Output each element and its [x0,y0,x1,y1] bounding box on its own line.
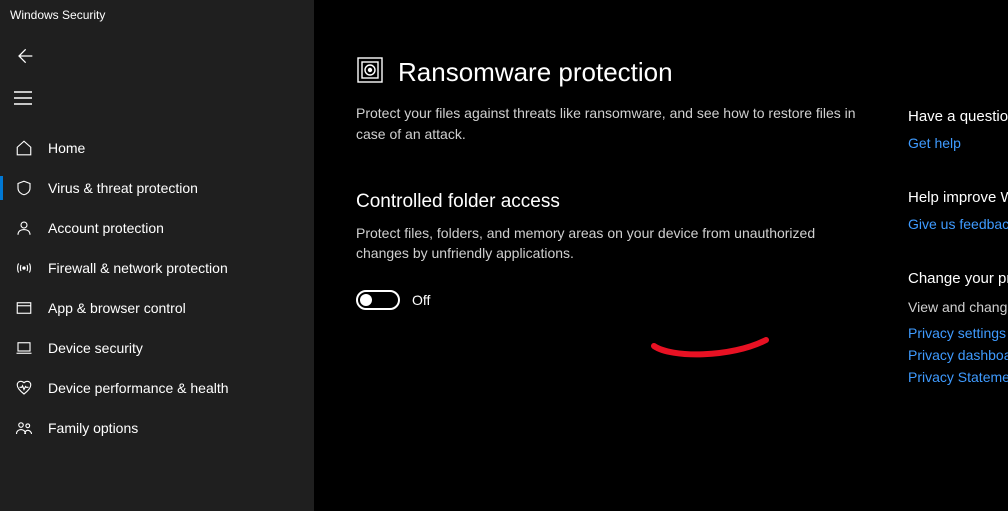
window-title: Windows Security [10,8,105,22]
right-column: Have a question? Get help Help improve W… [908,108,1008,423]
toggle-state-label: Off [412,292,430,308]
privacy-statement-link[interactable]: Privacy Statement [908,369,1008,385]
sidebar-item-label: Firewall & network protection [48,260,228,276]
laptop-icon [14,339,34,357]
sidebar-item-firewall[interactable]: Firewall & network protection [0,248,314,288]
sidebar-item-label: Device performance & health [48,380,229,396]
back-arrow-icon [14,46,34,71]
controlled-folder-access-toggle[interactable] [356,290,400,310]
antenna-icon [14,259,34,277]
window-titlebar: Windows Security [0,0,314,30]
sidebar-item-virus[interactable]: Virus & threat protection [0,168,314,208]
hamburger-button[interactable] [0,78,314,122]
sidebar-item-label: Account protection [48,220,164,236]
page-title: Ransomware protection [398,57,673,88]
privacy-settings-link[interactable]: Privacy settings [908,325,1008,341]
window-icon [14,299,34,317]
right-privacy-head: Change your privacy settings [908,270,1008,287]
sidebar-item-label: Family options [48,420,138,436]
heart-icon [14,379,34,397]
home-icon [14,139,34,157]
hamburger-icon [14,91,32,110]
sidebar-item-label: Virus & threat protection [48,180,198,196]
sidebar-item-account[interactable]: Account protection [0,208,314,248]
feedback-link[interactable]: Give us feedback [908,216,1008,232]
page-subtitle: Protect your files against threats like … [356,103,856,145]
shield-icon [14,179,34,197]
privacy-dashboard-link[interactable]: Privacy dashboard [908,347,1008,363]
sidebar-item-label: Device security [48,340,143,356]
right-question-head: Have a question? [908,108,1008,125]
toggle-knob [360,294,372,306]
sidebar-item-label: App & browser control [48,300,186,316]
sidebar-item-family[interactable]: Family options [0,408,314,448]
right-privacy-body: View and change privacy settings for you… [908,297,1008,317]
main-content: Ransomware protection Protect your files… [314,30,1008,511]
annotation-underline [651,336,771,360]
sidebar-item-home[interactable]: Home [0,128,314,168]
ransomware-icon [356,56,384,89]
get-help-link[interactable]: Get help [908,135,1008,151]
sidebar-item-app-browser[interactable]: App & browser control [0,288,314,328]
sidebar-item-device-security[interactable]: Device security [0,328,314,368]
right-improve-head: Help improve Windows Security [908,189,1008,206]
back-button[interactable] [0,38,314,78]
sidebar: Home Virus & threat protection Account p… [0,30,314,511]
sidebar-item-performance[interactable]: Device performance & health [0,368,314,408]
section-subtitle: Protect files, folders, and memory areas… [356,223,856,264]
family-icon [14,419,34,437]
person-icon [14,219,34,237]
sidebar-item-label: Home [48,140,85,156]
